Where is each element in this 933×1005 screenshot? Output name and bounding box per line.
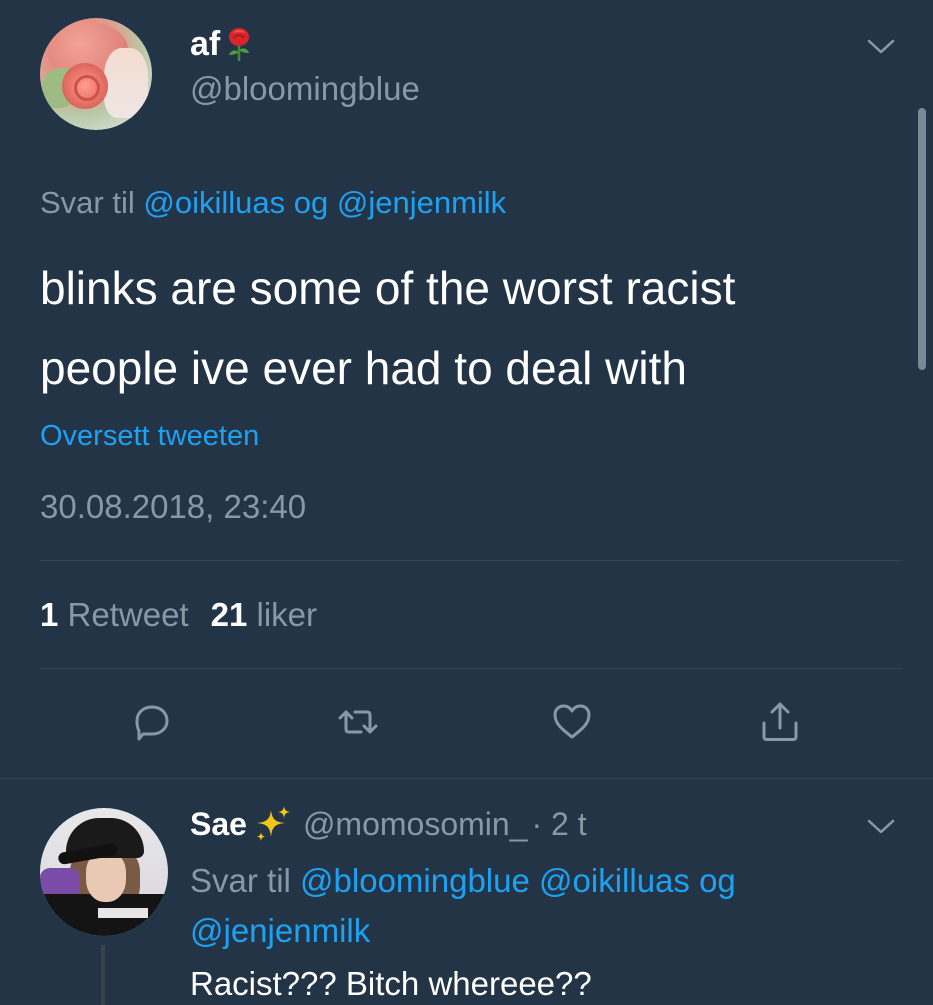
share-button[interactable]: [752, 694, 808, 750]
like-button[interactable]: [544, 694, 600, 750]
handle[interactable]: @momosomin_: [303, 806, 528, 843]
like-icon: [553, 704, 591, 739]
reply-context: Svar til @bloomingblue @oikilluas og @je…: [190, 856, 890, 956]
reply-icon: [135, 705, 169, 741]
avatar[interactable]: [40, 808, 168, 936]
section-divider: [0, 778, 933, 779]
reply-header: Sae @momosomin_ · 2 t: [190, 804, 587, 844]
retweet-button[interactable]: [330, 694, 386, 750]
display-name-text: Sae: [190, 805, 247, 842]
divider: [40, 560, 902, 561]
reply-context: Svar til @oikilluas og @jenjenmilk: [40, 185, 506, 221]
tweet-text: Racist??? Bitch whereee??: [190, 965, 592, 1002]
reply-button[interactable]: [124, 694, 180, 750]
avatar-face: [86, 852, 126, 902]
mention-link[interactable]: @oikilluas: [539, 862, 690, 899]
rose-icon: [229, 27, 250, 61]
avatar-rose: [62, 63, 108, 109]
like-count: 21: [210, 596, 248, 633]
retweet-icon: [338, 710, 378, 734]
mention-link[interactable]: @jenjenmilk: [190, 912, 370, 949]
chevron-down-icon[interactable]: [866, 818, 896, 836]
sparkles-icon: [256, 806, 290, 841]
tweet-time[interactable]: · 2 t: [531, 806, 586, 843]
scrollbar[interactable]: [918, 108, 926, 370]
mention-link[interactable]: @jenjenmilk: [337, 185, 506, 220]
like-stat[interactable]: 21 liker: [211, 596, 317, 634]
display-name[interactable]: af: [190, 25, 254, 64]
share-icon: [762, 702, 798, 741]
thread-line: [101, 945, 105, 1005]
translate-link[interactable]: Oversett tweeten: [40, 420, 259, 453]
retweet-count: 1: [40, 596, 59, 633]
display-name-text: af: [190, 25, 221, 63]
tweet-text-line: blinks are some of the worst racist: [40, 262, 736, 314]
mention-link[interactable]: @oikilluas: [143, 185, 285, 220]
divider: [40, 668, 902, 669]
avatar[interactable]: [40, 18, 152, 130]
tweet-text-line: people ive ever had to deal with: [40, 342, 687, 394]
chevron-down-icon[interactable]: [866, 38, 896, 56]
like-label: liker: [256, 596, 317, 633]
tweet-text: blinks are some of the worst racist peop…: [40, 248, 900, 408]
avatar-shirt-print: [98, 908, 148, 918]
mention-joiner: og: [293, 185, 329, 220]
timestamp[interactable]: 30.08.2018, 23:40: [40, 488, 306, 526]
mention-joiner: og: [699, 862, 736, 899]
reply-prefix: Svar til: [40, 185, 135, 220]
avatar-face: [104, 48, 148, 118]
engagement-stats: 1 Retweet 21 liker: [40, 596, 317, 634]
reply-prefix: Svar til: [190, 862, 291, 899]
retweet-label: Retweet: [67, 596, 189, 633]
handle[interactable]: @bloomingblue: [190, 70, 420, 108]
display-name[interactable]: Sae: [190, 804, 293, 844]
retweet-stat[interactable]: 1 Retweet: [40, 596, 189, 634]
mention-link[interactable]: @bloomingblue: [300, 862, 530, 899]
